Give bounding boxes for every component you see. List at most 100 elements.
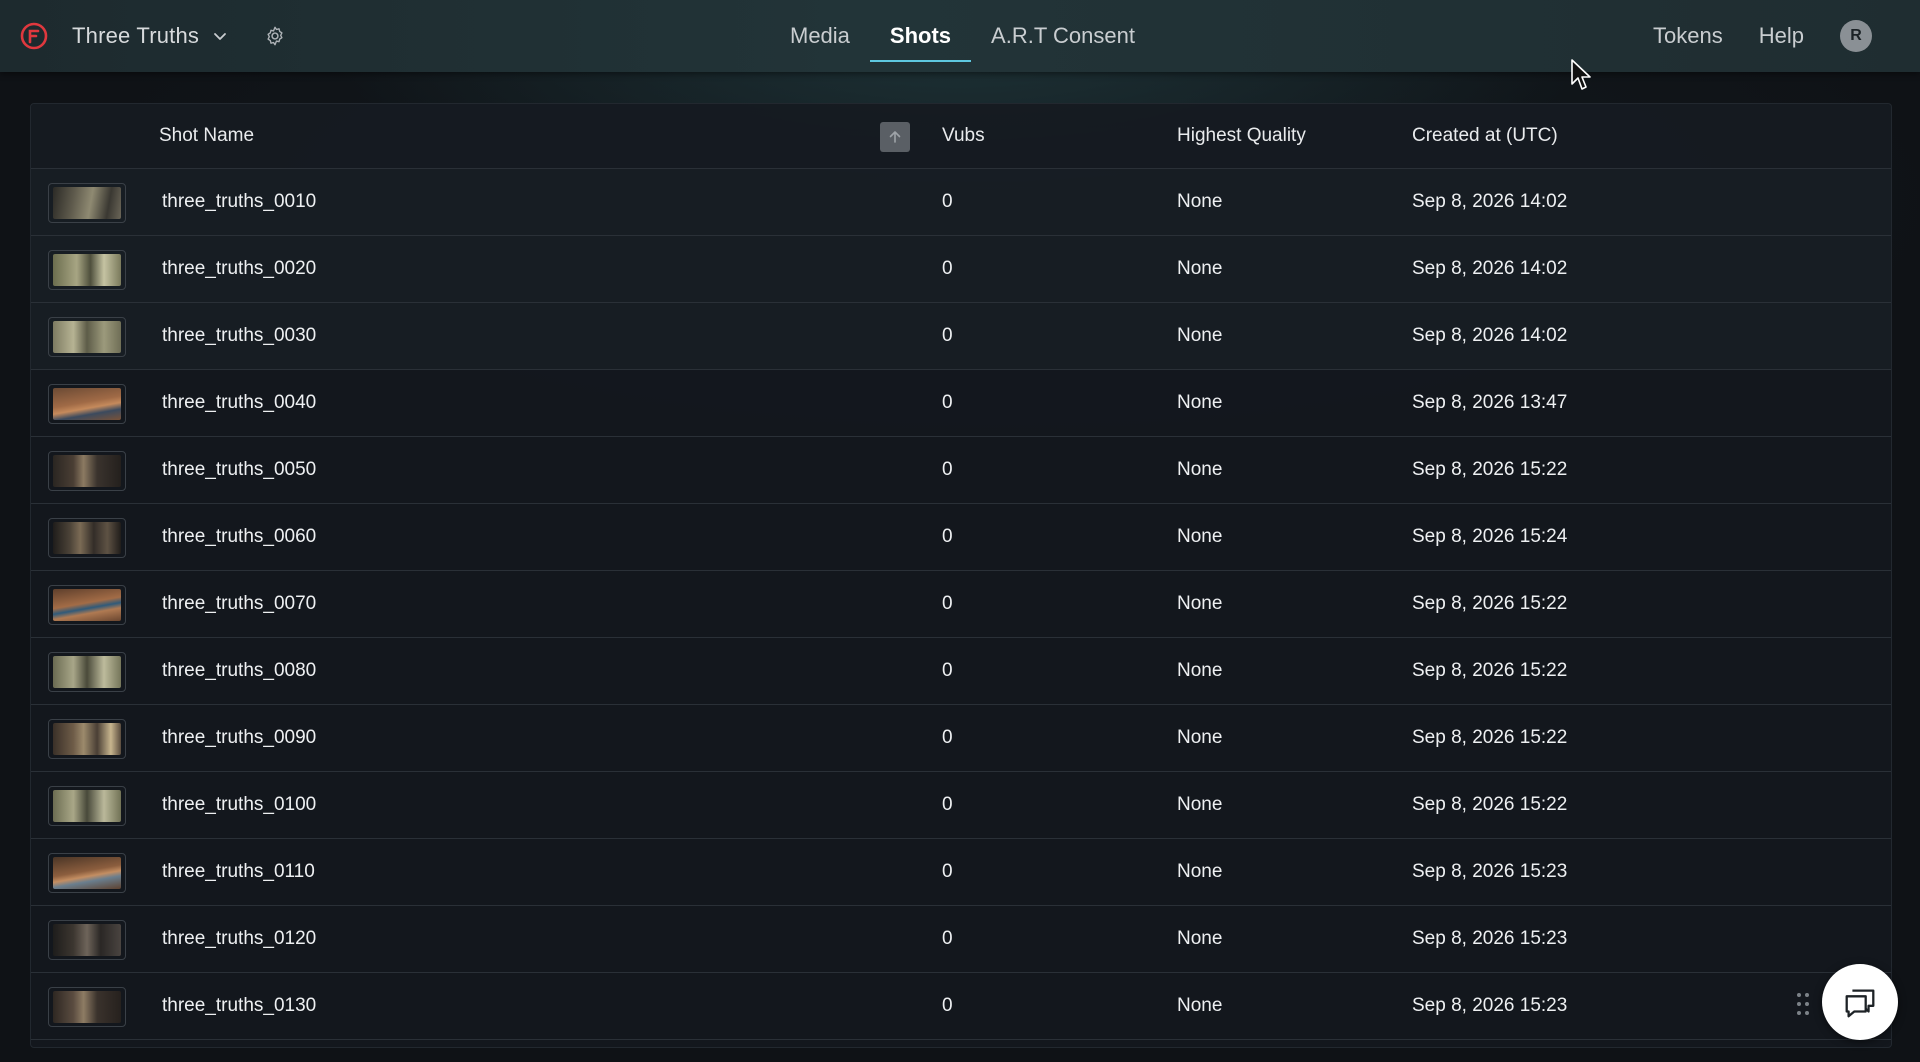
vubs-count: 0: [942, 191, 953, 212]
drag-handle-icon[interactable]: [1796, 992, 1810, 1016]
highest-quality: None: [1177, 794, 1223, 815]
table-row[interactable]: three_truths_0090 0 None Sep 8, 2026 15:…: [31, 705, 1891, 772]
tab-art-consent[interactable]: A.R.T Consent: [971, 0, 1155, 72]
project-name: Three Truths: [72, 23, 200, 48]
table-row[interactable]: three_truths_0030 0 None Sep 8, 2026 14:…: [31, 303, 1891, 370]
created-at: Sep 8, 2026 15:22: [1412, 593, 1568, 614]
vubs-count: 0: [942, 258, 953, 279]
col-highest-quality[interactable]: Highest Quality: [1177, 104, 1306, 168]
avatar[interactable]: R: [1840, 20, 1872, 52]
highest-quality: None: [1177, 593, 1223, 614]
table-row[interactable]: three_truths_0010 0 None Sep 8, 2026 14:…: [31, 169, 1891, 236]
tokens-link[interactable]: Tokens: [1653, 23, 1723, 49]
table-row[interactable]: three_truths_0080 0 None Sep 8, 2026 15:…: [31, 638, 1891, 705]
main-nav: Media Shots A.R.T Consent: [770, 0, 1155, 72]
highest-quality: None: [1177, 928, 1223, 949]
shot-name: three_truths_0040: [162, 392, 317, 413]
shot-name: three_truths_0050: [162, 459, 317, 480]
shot-name: three_truths_0070: [162, 593, 317, 614]
created-at: Sep 8, 2026 15:23: [1412, 928, 1568, 949]
shot-name: three_truths_0030: [162, 325, 317, 346]
table-row[interactable]: three_truths_0070 0 None Sep 8, 2026 15:…: [31, 571, 1891, 638]
shot-thumbnail: [48, 384, 126, 424]
created-at: Sep 8, 2026 15:22: [1412, 660, 1568, 681]
shot-thumbnail: [48, 183, 126, 223]
col-created-at[interactable]: Created at (UTC): [1412, 104, 1558, 168]
vubs-count: 0: [942, 995, 953, 1016]
table-row[interactable]: three_truths_0040 0 None Sep 8, 2026 13:…: [31, 370, 1891, 437]
vubs-count: 0: [942, 660, 953, 681]
vubs-count: 0: [942, 325, 953, 346]
gear-icon[interactable]: [264, 25, 286, 47]
vubs-count: 0: [942, 727, 953, 748]
shot-thumbnail: [48, 451, 126, 491]
table-row[interactable]: three_truths_0110 0 None Sep 8, 2026 15:…: [31, 839, 1891, 906]
table-row[interactable]: three_truths_0050 0 None Sep 8, 2026 15:…: [31, 437, 1891, 504]
shot-name: three_truths_0110: [162, 861, 315, 882]
table-row[interactable]: three_truths_0130 0 None Sep 8, 2026 15:…: [31, 973, 1891, 1040]
shot-thumbnail: [48, 518, 126, 558]
created-at: Sep 8, 2026 14:02: [1412, 191, 1568, 212]
shots-table: Shot Name Vubs Highest Quality Created a…: [30, 103, 1892, 1048]
chat-button[interactable]: [1822, 964, 1898, 1040]
created-at: Sep 8, 2026 15:24: [1412, 526, 1568, 547]
created-at: Sep 8, 2026 15:22: [1412, 459, 1568, 480]
highest-quality: None: [1177, 392, 1223, 413]
highest-quality: None: [1177, 727, 1223, 748]
created-at: Sep 8, 2026 14:02: [1412, 258, 1568, 279]
highest-quality: None: [1177, 995, 1223, 1016]
shot-name: three_truths_0130: [162, 995, 317, 1016]
table-row[interactable]: three_truths_0120 0 None Sep 8, 2026 15:…: [31, 906, 1891, 973]
vubs-count: 0: [942, 794, 953, 815]
sort-button[interactable]: [880, 122, 910, 152]
shot-name: three_truths_0120: [162, 928, 317, 949]
project-switcher[interactable]: Three Truths: [72, 20, 227, 52]
created-at: Sep 8, 2026 15:23: [1412, 995, 1568, 1016]
highest-quality: None: [1177, 861, 1223, 882]
help-link[interactable]: Help: [1759, 23, 1804, 49]
table-row[interactable]: three_truths_0020 0 None Sep 8, 2026 14:…: [31, 236, 1891, 303]
shot-thumbnail: [48, 719, 126, 759]
shot-thumbnail: [48, 853, 126, 893]
arrow-up-icon: [889, 131, 901, 143]
tab-shots[interactable]: Shots: [869, 0, 972, 72]
shot-thumbnail: [48, 652, 126, 692]
created-at: Sep 8, 2026 13:47: [1412, 392, 1568, 413]
highest-quality: None: [1177, 325, 1223, 346]
created-at: Sep 8, 2026 15:22: [1412, 727, 1568, 748]
table-body: three_truths_0010 0 None Sep 8, 2026 14:…: [31, 169, 1891, 1040]
table-row[interactable]: three_truths_0060 0 None Sep 8, 2026 15:…: [31, 504, 1891, 571]
vubs-count: 0: [942, 459, 953, 480]
shot-name: three_truths_0090: [162, 727, 317, 748]
shot-name: three_truths_0020: [162, 258, 317, 279]
app-logo-icon[interactable]: [20, 22, 48, 50]
shot-thumbnail: [48, 585, 126, 625]
vubs-count: 0: [942, 593, 953, 614]
tab-media[interactable]: Media: [770, 0, 870, 72]
highest-quality: None: [1177, 459, 1223, 480]
col-shot-name[interactable]: Shot Name: [159, 104, 254, 168]
highest-quality: None: [1177, 258, 1223, 279]
created-at: Sep 8, 2026 14:02: [1412, 325, 1568, 346]
chevron-down-icon: [214, 33, 227, 40]
table-header: Shot Name Vubs Highest Quality Created a…: [31, 104, 1891, 169]
shot-name: three_truths_0010: [162, 191, 317, 212]
highest-quality: None: [1177, 191, 1223, 212]
col-vubs[interactable]: Vubs: [942, 104, 985, 168]
shot-thumbnail: [48, 317, 126, 357]
vubs-count: 0: [942, 526, 953, 547]
mouse-cursor-icon: [1571, 59, 1591, 90]
highest-quality: None: [1177, 660, 1223, 681]
created-at: Sep 8, 2026 15:22: [1412, 794, 1568, 815]
top-bar: Three Truths Media Shots A.R.T Consent T…: [0, 0, 1920, 72]
table-row[interactable]: three_truths_0100 0 None Sep 8, 2026 15:…: [31, 772, 1891, 839]
shot-name: three_truths_0100: [162, 794, 317, 815]
header-right: Tokens Help R: [1653, 0, 1872, 72]
chat-icon: [1845, 989, 1875, 1018]
shot-thumbnail: [48, 920, 126, 960]
shot-thumbnail: [48, 786, 126, 826]
vubs-count: 0: [942, 392, 953, 413]
highest-quality: None: [1177, 526, 1223, 547]
shot-thumbnail: [48, 987, 126, 1027]
shot-thumbnail: [48, 250, 126, 290]
